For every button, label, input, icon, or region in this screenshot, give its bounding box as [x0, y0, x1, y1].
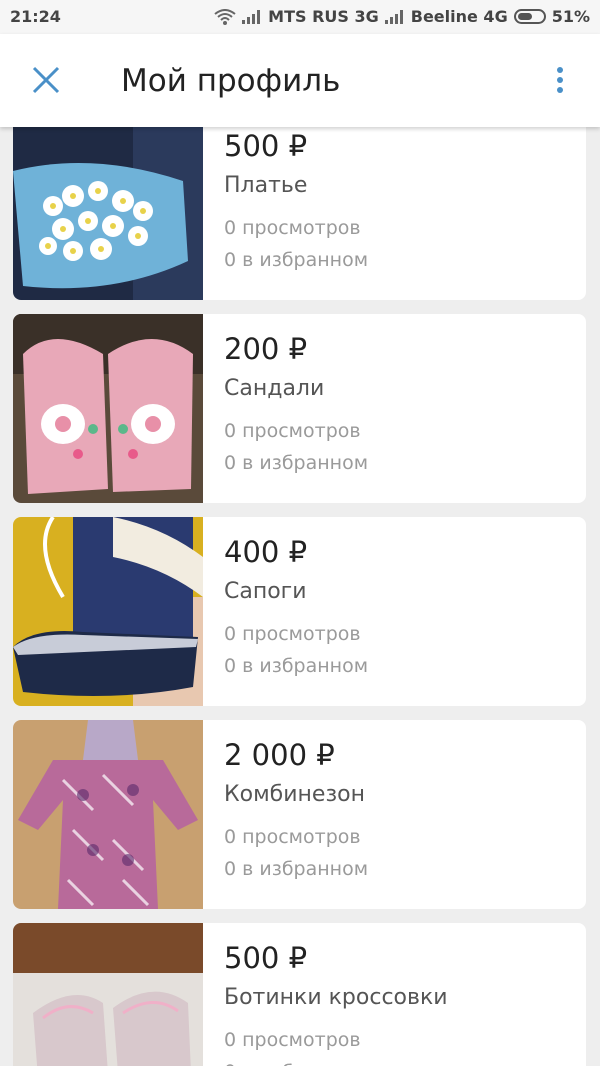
listing-card[interactable]: 2 000 ₽ Комбинезон 0 просмотров 0 в избр…: [13, 720, 586, 909]
listing-name: Платье: [224, 173, 308, 198]
listing-name: Комбинезон: [224, 782, 366, 807]
listing-favorites: 0 в избранном: [224, 452, 369, 474]
status-time: 21:24: [10, 7, 61, 26]
carrier-1-label: MTS RUS 3G: [268, 7, 379, 26]
page-title: Мой профиль: [121, 63, 341, 99]
listing-name: Сандали: [224, 376, 325, 401]
listing-views: 0 просмотров: [224, 826, 361, 848]
listing-favorites: 0 в избранном: [224, 249, 369, 271]
listing-price: 500 ₽: [224, 941, 308, 975]
listing-info: 400 ₽ Сапоги 0 просмотров 0 в избранном: [224, 517, 576, 682]
status-indicators: MTS RUS 3G Beeline 4G 51%: [214, 7, 590, 26]
listing-views: 0 просмотров: [224, 1029, 361, 1051]
app-bar: Мой профиль: [0, 34, 600, 127]
listing-views: 0 просмотров: [224, 217, 361, 239]
listing-card[interactable]: 500 ₽ Ботинки кроссовки 0 просмотров 0 в…: [13, 923, 586, 1066]
listing-favorites: 0 в избранном: [224, 1056, 576, 1066]
more-vertical-icon[interactable]: [546, 64, 574, 98]
listing-price: 200 ₽: [224, 332, 308, 366]
listing-price: 500 ₽: [224, 129, 308, 163]
carrier-2-label: Beeline 4G: [410, 7, 508, 26]
signal-icon: [242, 9, 262, 24]
listing-price: 400 ₽: [224, 535, 308, 569]
sandals-photo-icon: [13, 314, 203, 503]
wifi-icon: [214, 8, 236, 25]
listing-info: 200 ₽ Сандали 0 просмотров 0 в избранном: [224, 314, 576, 479]
listing-name: Сапоги: [224, 579, 307, 604]
listing-photo: [13, 127, 203, 300]
status-bar: 21:24 MTS RUS 3G Beeline 4G 51%: [0, 0, 600, 34]
listing-photo: [13, 923, 203, 1066]
listing-info: 2 000 ₽ Комбинезон 0 просмотров 0 в избр…: [224, 720, 576, 885]
listings-list[interactable]: 500 ₽ Платье 0 просмотров 0 в избранном: [0, 127, 600, 1066]
listing-photo: [13, 720, 203, 909]
close-icon[interactable]: [28, 62, 64, 98]
listing-photo: [13, 517, 203, 706]
listing-price: 2 000 ₽: [224, 738, 335, 772]
listing-card[interactable]: 500 ₽ Платье 0 просмотров 0 в избранном: [13, 127, 586, 300]
listing-favorites: 0 в избранном: [224, 858, 369, 880]
listing-info: 500 ₽ Платье 0 просмотров 0 в избранном: [224, 127, 576, 276]
boots-photo-icon: [13, 517, 203, 706]
battery-icon: [513, 9, 546, 24]
listing-card[interactable]: 400 ₽ Сапоги 0 просмотров 0 в избранном: [13, 517, 586, 706]
signal-icon-2: [384, 9, 405, 24]
listing-views: 0 просмотров: [224, 420, 361, 442]
listing-name: Ботинки кроссовки: [224, 985, 448, 1010]
listing-card[interactable]: 200 ₽ Сандали 0 просмотров 0 в избранном: [13, 314, 586, 503]
listing-info: 500 ₽ Ботинки кроссовки 0 просмотров 0 в…: [224, 923, 576, 1066]
listing-views: 0 просмотров: [224, 623, 361, 645]
flowers-photo-icon: [13, 127, 203, 300]
listing-photo: [13, 314, 203, 503]
sneakers-photo-icon: [13, 923, 203, 1066]
listing-favorites: 0 в избранном: [224, 655, 369, 677]
jumpsuit-photo-icon: [13, 720, 203, 909]
battery-percent: 51%: [551, 7, 590, 26]
